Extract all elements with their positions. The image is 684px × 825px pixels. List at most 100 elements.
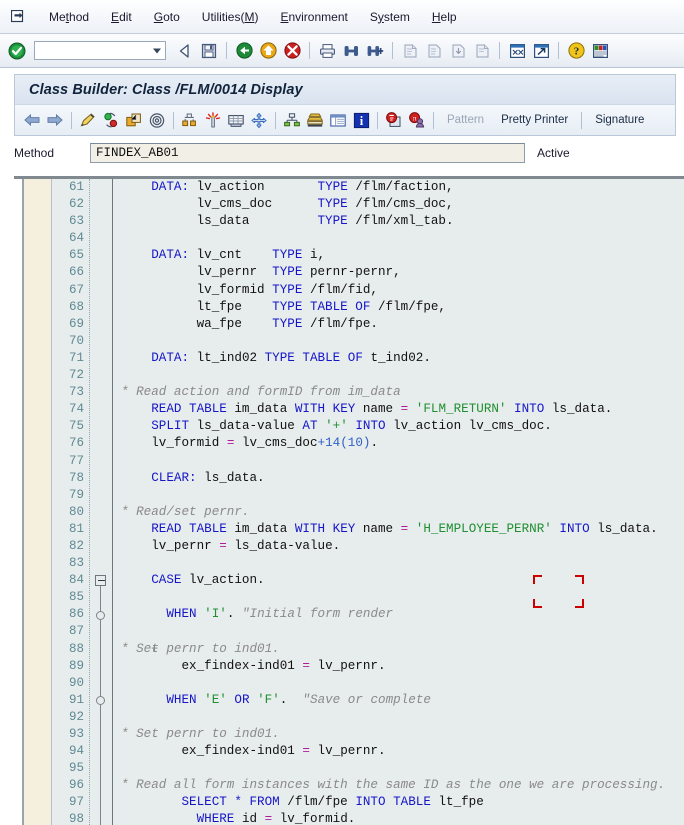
screen-icon[interactable] <box>225 109 247 131</box>
exit-green-icon[interactable] <box>233 40 255 62</box>
code-line[interactable]: lt_fpe TYPE TABLE OF /flm/fpe, <box>113 299 684 316</box>
menu-help[interactable]: Help <box>421 8 468 26</box>
where-used-icon[interactable] <box>146 109 168 131</box>
print-icon[interactable] <box>316 40 338 62</box>
help-icon[interactable]: ? <box>565 40 587 62</box>
cancel-yellow-icon[interactable] <box>257 40 279 62</box>
find-icon[interactable] <box>340 40 362 62</box>
code-line[interactable] <box>113 453 684 470</box>
code-line[interactable]: ex_findex-ind01 = lv_pernr. <box>113 743 684 760</box>
code-line[interactable]: lv_pernr TYPE pernr-pernr, <box>113 264 684 281</box>
code-token: INTO <box>514 402 552 417</box>
info-icon[interactable]: i <box>350 109 372 131</box>
fold-branch-marker[interactable] <box>96 610 105 620</box>
code-line[interactable]: lv_formid = lv_cms_doc+14(10). <box>113 435 684 452</box>
last-page-icon[interactable] <box>471 40 493 62</box>
table-icon[interactable] <box>327 109 349 131</box>
code-line[interactable] <box>113 230 684 247</box>
code-line[interactable]: READ TABLE im_data WITH KEY name = 'FLM_… <box>113 401 684 418</box>
stack-icon[interactable] <box>304 109 326 131</box>
check-syntax-icon[interactable] <box>77 109 99 131</box>
menu-edit[interactable]: Edit <box>100 8 143 26</box>
code-line[interactable]: ls_data TYPE /flm/xml_tab. <box>113 213 684 230</box>
display-object-icon[interactable] <box>179 109 201 131</box>
code-line[interactable]: lv_formid TYPE /flm/fid, <box>113 282 684 299</box>
code-line[interactable] <box>113 367 684 384</box>
previous-page-icon[interactable] <box>423 40 445 62</box>
code-line[interactable] <box>113 487 684 504</box>
documentation-icon[interactable] <box>383 109 405 131</box>
menu-goto[interactable]: Goto <box>143 8 191 26</box>
next-page-icon[interactable] <box>447 40 469 62</box>
method-name-input[interactable]: FINDEX_AB01 <box>90 143 525 163</box>
create-session-icon[interactable] <box>506 40 528 62</box>
code-line[interactable]: * Read action and formID from im_data <box>113 384 684 401</box>
menu-system[interactable]: System <box>359 8 421 26</box>
code-line[interactable]: CASE lv_action. <box>113 572 684 589</box>
signature-button[interactable]: Signature <box>587 111 652 129</box>
code-line[interactable]: DATA: lt_ind02 TYPE TABLE OF t_ind02. <box>113 350 684 367</box>
code-line[interactable] <box>113 675 684 692</box>
first-page-icon[interactable] <box>399 40 421 62</box>
class-hierarchy-icon[interactable] <box>281 109 303 131</box>
code-line[interactable]: SELECT * FROM /flm/fpe INTO TABLE lt_fpe <box>113 794 684 811</box>
code-token: 'I' <box>204 607 227 622</box>
customize-layout-icon[interactable] <box>589 40 611 62</box>
debug-icon[interactable] <box>202 109 224 131</box>
code-token: INTO <box>355 419 394 434</box>
code-line[interactable]: wa_fpe TYPE /flm/fpe. <box>113 316 684 333</box>
line-number: 86 <box>68 607 84 622</box>
editor-breakpoint-gutter[interactable] <box>24 179 52 825</box>
pretty-printer-button[interactable]: Pretty Printer <box>493 111 576 129</box>
code-line[interactable]: READ TABLE im_data WITH KEY name = 'H_EM… <box>113 521 684 538</box>
code-line[interactable] <box>113 760 684 777</box>
code-line[interactable]: * Set pernr to ind01. <box>113 641 684 658</box>
find-next-icon[interactable] <box>364 40 386 62</box>
code-line[interactable] <box>113 623 684 640</box>
menu-utilities[interactable]: Utilities(M) <box>191 8 270 26</box>
menu-environment[interactable]: Environment <box>269 8 358 26</box>
code-line[interactable]: * Read all form instances with the same … <box>113 777 684 794</box>
code-line[interactable]: lv_pernr = ls_data-value. <box>113 538 684 555</box>
command-field[interactable] <box>34 41 166 60</box>
insert-icon[interactable] <box>123 109 145 131</box>
window-menu-icon[interactable] <box>8 8 28 26</box>
code-line[interactable]: SPLIT ls_data-value AT '+' INTO lv_actio… <box>113 418 684 435</box>
code-line[interactable]: CLEAR: ls_data. <box>113 470 684 487</box>
code-token: ls_data. <box>597 521 658 536</box>
code-line[interactable]: DATA: lv_cnt TYPE i, <box>113 247 684 264</box>
code-line[interactable] <box>113 589 684 606</box>
pattern-button[interactable]: Pattern <box>439 111 492 129</box>
code-text-area[interactable]: DATA: lv_action TYPE /flm/faction, lv_cm… <box>113 179 684 825</box>
code-line[interactable] <box>113 333 684 350</box>
fold-collapse-box[interactable] <box>95 575 106 587</box>
code-line[interactable]: * Set pernr to ind01. <box>113 726 684 743</box>
fold-expand-plus[interactable]: + <box>151 643 158 655</box>
user-doc-icon[interactable]: π <box>406 109 428 131</box>
green-check-enter-icon[interactable] <box>6 40 28 62</box>
activate-icon[interactable] <box>100 109 122 131</box>
forward-arrow-icon[interactable] <box>44 109 66 131</box>
create-shortcut-icon[interactable] <box>530 40 552 62</box>
back-arrow-icon[interactable] <box>21 109 43 131</box>
line-number: 95 <box>68 761 84 776</box>
code-line[interactable] <box>113 709 684 726</box>
code-line[interactable]: * Read/set pernr. <box>113 504 684 521</box>
fold-branch-marker[interactable] <box>96 696 105 705</box>
chevron-down-icon[interactable] <box>153 48 161 53</box>
code-line[interactable]: WHERE id = lv_formid. <box>113 811 684 825</box>
save-icon[interactable] <box>198 40 220 62</box>
code-line[interactable]: ex_findex-ind01 = lv_pernr. <box>113 658 684 675</box>
code-line[interactable]: WHEN 'E' OR 'F'. "Save or complete <box>113 692 684 709</box>
code-line[interactable]: WHEN 'I'. "Initial form render <box>113 606 684 623</box>
code-line[interactable]: lv_cms_doc TYPE /flm/cms_doc, <box>113 196 684 213</box>
code-fold-gutter[interactable] <box>90 179 112 825</box>
menu-method[interactable]: Method <box>38 8 100 26</box>
method-label: Method <box>14 146 55 160</box>
back-icon[interactable] <box>174 40 196 62</box>
code-line[interactable]: DATA: lv_action TYPE /flm/faction, <box>113 179 684 196</box>
navigate-icon[interactable] <box>248 109 270 131</box>
stop-red-icon[interactable] <box>281 40 303 62</box>
code-line[interactable] <box>113 555 684 572</box>
